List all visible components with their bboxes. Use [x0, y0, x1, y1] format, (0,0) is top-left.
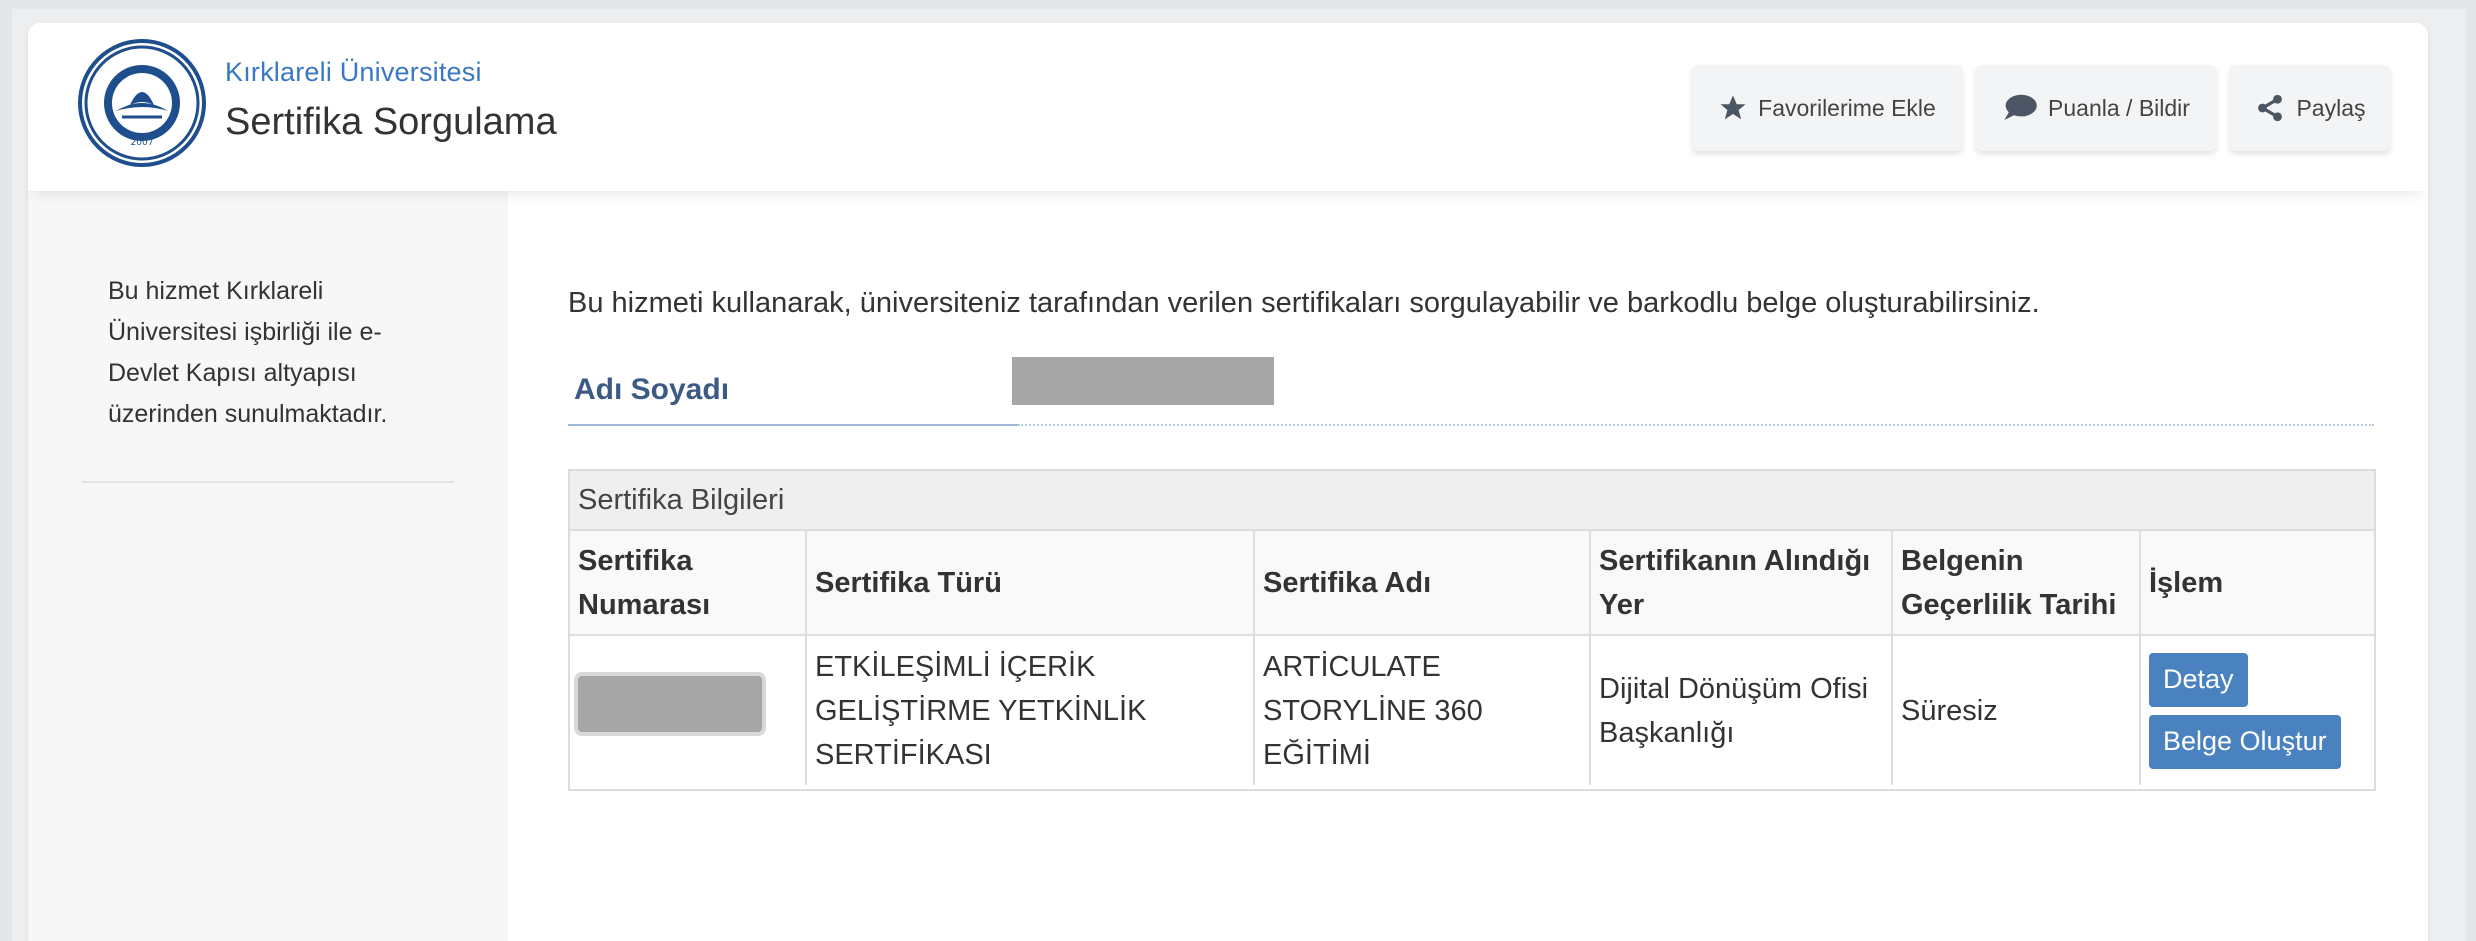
star-icon: [1718, 93, 1748, 123]
share-icon: [2254, 93, 2286, 123]
col-certificate-number: Sertifika Numarası: [570, 531, 807, 636]
share-button[interactable]: Paylaş: [2230, 65, 2390, 151]
name-label: Adı Soyadı: [574, 373, 730, 406]
cell-certificate-type: ETKİLEŞİMLİ İÇERİK GELİŞTİRME YETKİNLİK …: [806, 635, 1255, 785]
table-header-row: Sertifika Numarası Sertifika Türü Sertif…: [570, 531, 2374, 636]
certificate-table: Sertifika Numarası Sertifika Türü Sertif…: [570, 531, 2374, 785]
redacted-name-value: [1012, 357, 1274, 405]
share-label: Paylaş: [2296, 94, 2366, 121]
table-row: ETKİLEŞİMLİ İÇERİK GELİŞTİRME YETKİNLİK …: [570, 635, 2374, 785]
cell-certificate-place: Dijital Dönüşüm Ofisi Başkanlığı: [1590, 635, 1893, 785]
svg-text:2007: 2007: [131, 138, 154, 148]
cell-validity: Süresiz: [1892, 635, 2141, 785]
col-certificate-place: Sertifikanın Alındığı Yer: [1590, 531, 1893, 636]
col-certificate-type: Sertifika Türü: [806, 531, 1255, 636]
cell-certificate-name: ARTİCULATE STORYLİNE 360 EĞİTİMİ: [1254, 635, 1591, 785]
speech-bubble-icon: [2002, 93, 2038, 123]
page-card: 2007 Kırklareli Üniversitesi Sertifika S…: [28, 23, 2428, 941]
name-value-dotted-line: [1018, 424, 2374, 426]
sidebar: Bu hizmet Kırklareli Üniversitesi işbirl…: [28, 191, 508, 941]
col-validity-date: Belgenin Geçerlilik Tarihi: [1892, 531, 2141, 636]
col-certificate-name: Sertifika Adı: [1254, 531, 1591, 636]
sidebar-divider: [82, 481, 454, 483]
panel-heading: Sertifika Bilgileri: [570, 471, 2374, 531]
rate-report-button[interactable]: Puanla / Bildir: [1976, 65, 2216, 151]
intro-text: Bu hizmeti kullanarak, üniversiteniz tar…: [568, 287, 2040, 319]
col-actions: İşlem: [2140, 531, 2374, 636]
org-name[interactable]: Kırklareli Üniversitesi: [225, 57, 482, 88]
page-header: 2007 Kırklareli Üniversitesi Sertifika S…: [28, 23, 2428, 191]
name-label-underline: [568, 424, 1018, 426]
row-actions: Detay Belge Oluştur: [2149, 652, 2366, 769]
cell-certificate-number: [570, 635, 807, 785]
cell-actions: Detay Belge Oluştur: [2140, 635, 2374, 785]
certificate-panel: Sertifika Bilgileri Sertifika Numarası S…: [568, 469, 2376, 791]
add-to-favorites-button[interactable]: Favorilerime Ekle: [1692, 65, 1962, 151]
rate-report-label: Puanla / Bildir: [2048, 94, 2190, 121]
redacted-certificate-number: [578, 676, 762, 732]
add-to-favorites-label: Favorilerime Ekle: [1758, 94, 1936, 121]
create-document-button[interactable]: Belge Oluştur: [2149, 714, 2341, 769]
sidebar-info-text: Bu hizmet Kırklareli Üniversitesi işbirl…: [108, 277, 388, 428]
main-content: Bu hizmeti kullanarak, üniversiteniz tar…: [508, 191, 2428, 941]
detail-button[interactable]: Detay: [2149, 652, 2248, 707]
page-title: Sertifika Sorgulama: [225, 101, 557, 143]
university-logo: 2007: [78, 39, 206, 167]
